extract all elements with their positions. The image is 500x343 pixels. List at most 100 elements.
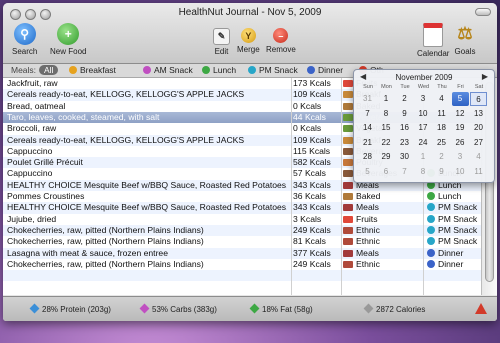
calendar-day[interactable]: 9 xyxy=(396,107,413,121)
calendar-day[interactable]: 1 xyxy=(378,92,395,106)
calendar-icon xyxy=(423,23,444,47)
plus-icon: + xyxy=(57,23,80,45)
remove-icon: – xyxy=(273,28,289,43)
category-icon xyxy=(343,102,353,110)
food-name-cell: Jackfruit, raw xyxy=(7,78,58,88)
category-cell: Meals xyxy=(343,248,423,259)
calendar-day[interactable]: 3 xyxy=(452,150,469,164)
column-divider xyxy=(291,78,292,295)
weekday-label: Mon xyxy=(381,84,392,90)
pencil-icon: ✎ xyxy=(213,28,230,45)
table-row[interactable]: HEALTHY CHOICE Mesquite Beef w/BBQ Sauce… xyxy=(3,202,481,214)
calendar-day[interactable]: 8 xyxy=(378,107,395,121)
table-row[interactable] xyxy=(3,270,481,282)
remove-button[interactable]: – Remove xyxy=(266,23,296,54)
calendar-button[interactable]: Calendar xyxy=(417,23,449,58)
calendar-day[interactable]: 9 xyxy=(433,165,450,179)
calendar-day[interactable]: 27 xyxy=(470,136,487,150)
merge-label: Merge xyxy=(237,45,260,54)
food-name-cell: HEALTHY CHOICE Mesquite Beef w/BBQ Sauce… xyxy=(7,202,287,213)
calendar-day[interactable]: 6 xyxy=(378,165,395,179)
calendar-day[interactable]: 12 xyxy=(452,107,469,121)
category-icon xyxy=(343,170,353,178)
meal-label: PM Snack xyxy=(438,202,478,213)
am-snack-dot-icon xyxy=(143,66,151,74)
calendar-day[interactable]: 10 xyxy=(452,165,469,179)
search-button[interactable]: ⚲ Search xyxy=(12,23,37,56)
calendar-day[interactable]: 18 xyxy=(433,121,450,135)
meal-cell xyxy=(427,270,487,281)
calendar-day[interactable]: 24 xyxy=(415,136,432,150)
meal-cell xyxy=(427,281,487,292)
merge-button[interactable]: Y Merge xyxy=(237,23,260,54)
weekday-label: Tue xyxy=(400,84,410,90)
calendar-day[interactable]: 8 xyxy=(415,165,432,179)
scales-icon: ⚖ xyxy=(457,24,473,43)
toolbar-toggle-button[interactable] xyxy=(475,8,491,16)
calendar-day[interactable]: 16 xyxy=(396,121,413,135)
calories-cell: 249 Kcals xyxy=(293,258,331,269)
edit-button[interactable]: ✎ Edit xyxy=(213,23,230,56)
calendar-day[interactable]: 20 xyxy=(470,121,487,135)
calendar-day[interactable]: 30 xyxy=(396,150,413,164)
calendar-day[interactable]: 21 xyxy=(359,136,376,150)
category-label: Ethnic xyxy=(356,258,380,269)
food-name-cell: Chokecherries, raw, pitted (Northern Pla… xyxy=(7,258,204,269)
goals-button[interactable]: ⚖ Goals xyxy=(454,23,476,56)
meal-dot-icon xyxy=(427,259,435,268)
calendar-day[interactable]: 11 xyxy=(433,107,450,121)
category-label: Ethnic xyxy=(356,224,380,235)
calendar-day[interactable]: 29 xyxy=(378,150,395,164)
table-row[interactable]: Chokecherries, raw, pitted (Northern Pla… xyxy=(3,259,481,270)
meal-filter-am-snack[interactable]: AM Snack xyxy=(143,65,193,75)
table-row[interactable]: Jujube, dried 3 Kcals Fruits PM Snack xyxy=(3,214,481,225)
calendar-day[interactable]: 25 xyxy=(433,136,450,150)
calendar-day[interactable]: 19 xyxy=(452,121,469,135)
calendar-day[interactable]: 23 xyxy=(396,136,413,150)
calendar-month: November 2009 xyxy=(395,73,453,82)
meal-dot-icon xyxy=(427,225,435,234)
calendar-day[interactable]: 5 xyxy=(359,165,376,179)
calendar-day[interactable]: 26 xyxy=(452,136,469,150)
calendar-day[interactable]: 11 xyxy=(470,165,487,179)
table-row[interactable]: Chokecherries, raw, pitted (Northern Pla… xyxy=(3,224,481,237)
food-name-cell: HEALTHY CHOICE Mesquite Beef w/BBQ Sauce… xyxy=(7,179,287,190)
calendar-day[interactable]: 22 xyxy=(378,136,395,150)
category-icon xyxy=(343,226,353,234)
table-row[interactable]: Pommes Croustines 36 Kcals Baked Lunch xyxy=(3,191,481,202)
meal-dot-icon xyxy=(427,214,435,223)
table-row[interactable] xyxy=(3,281,481,292)
meal-filter-pm-snack[interactable]: PM Snack xyxy=(248,65,298,75)
meal-filter-all[interactable]: All xyxy=(39,65,59,75)
food-name-cell: Cereals ready-to-eat, KELLOGG, KELLOGG'S… xyxy=(7,134,245,145)
category-icon xyxy=(343,181,353,189)
meal-filter-breakfast[interactable]: Breakfast xyxy=(69,65,116,75)
calendar-day[interactable]: 31 xyxy=(359,92,376,106)
calories-cell: 3 Kcals xyxy=(293,213,322,224)
calendar-day[interactable]: 1 xyxy=(415,150,432,164)
new-food-button[interactable]: + New Food xyxy=(50,23,86,56)
calendar-day[interactable]: 3 xyxy=(415,92,432,106)
calendar-day[interactable]: 7 xyxy=(359,107,376,121)
calendar-day[interactable]: 2 xyxy=(396,92,413,106)
calendar-day[interactable]: 5 xyxy=(451,92,469,106)
next-month-icon[interactable]: ▶ xyxy=(482,72,488,81)
calendar-day[interactable]: 7 xyxy=(396,165,413,179)
meal-filter-lunch[interactable]: Lunch xyxy=(202,65,236,75)
calendar-day[interactable]: 6 xyxy=(470,92,487,106)
calendar-day[interactable]: 4 xyxy=(433,92,450,106)
warning-icon[interactable] xyxy=(475,303,487,314)
calendar-day[interactable]: 14 xyxy=(359,121,376,135)
calendar-day[interactable]: 17 xyxy=(415,121,432,135)
calendar-day[interactable]: 15 xyxy=(378,121,395,135)
table-row[interactable]: Chokecherries, raw, pitted (Northern Pla… xyxy=(3,236,481,247)
calendar-day[interactable]: 10 xyxy=(415,107,432,121)
meal-cell: PM Snack xyxy=(427,225,487,236)
category-label: Meals xyxy=(356,202,379,213)
table-row[interactable]: Lasagna with meat & sauce, frozen entree… xyxy=(3,247,481,259)
calendar-day[interactable]: 28 xyxy=(359,150,376,164)
meal-filter-dinner[interactable]: Dinner xyxy=(307,65,343,75)
calendar-day[interactable]: 4 xyxy=(470,150,487,164)
calendar-day[interactable]: 13 xyxy=(470,107,487,121)
calendar-day[interactable]: 2 xyxy=(433,150,450,164)
